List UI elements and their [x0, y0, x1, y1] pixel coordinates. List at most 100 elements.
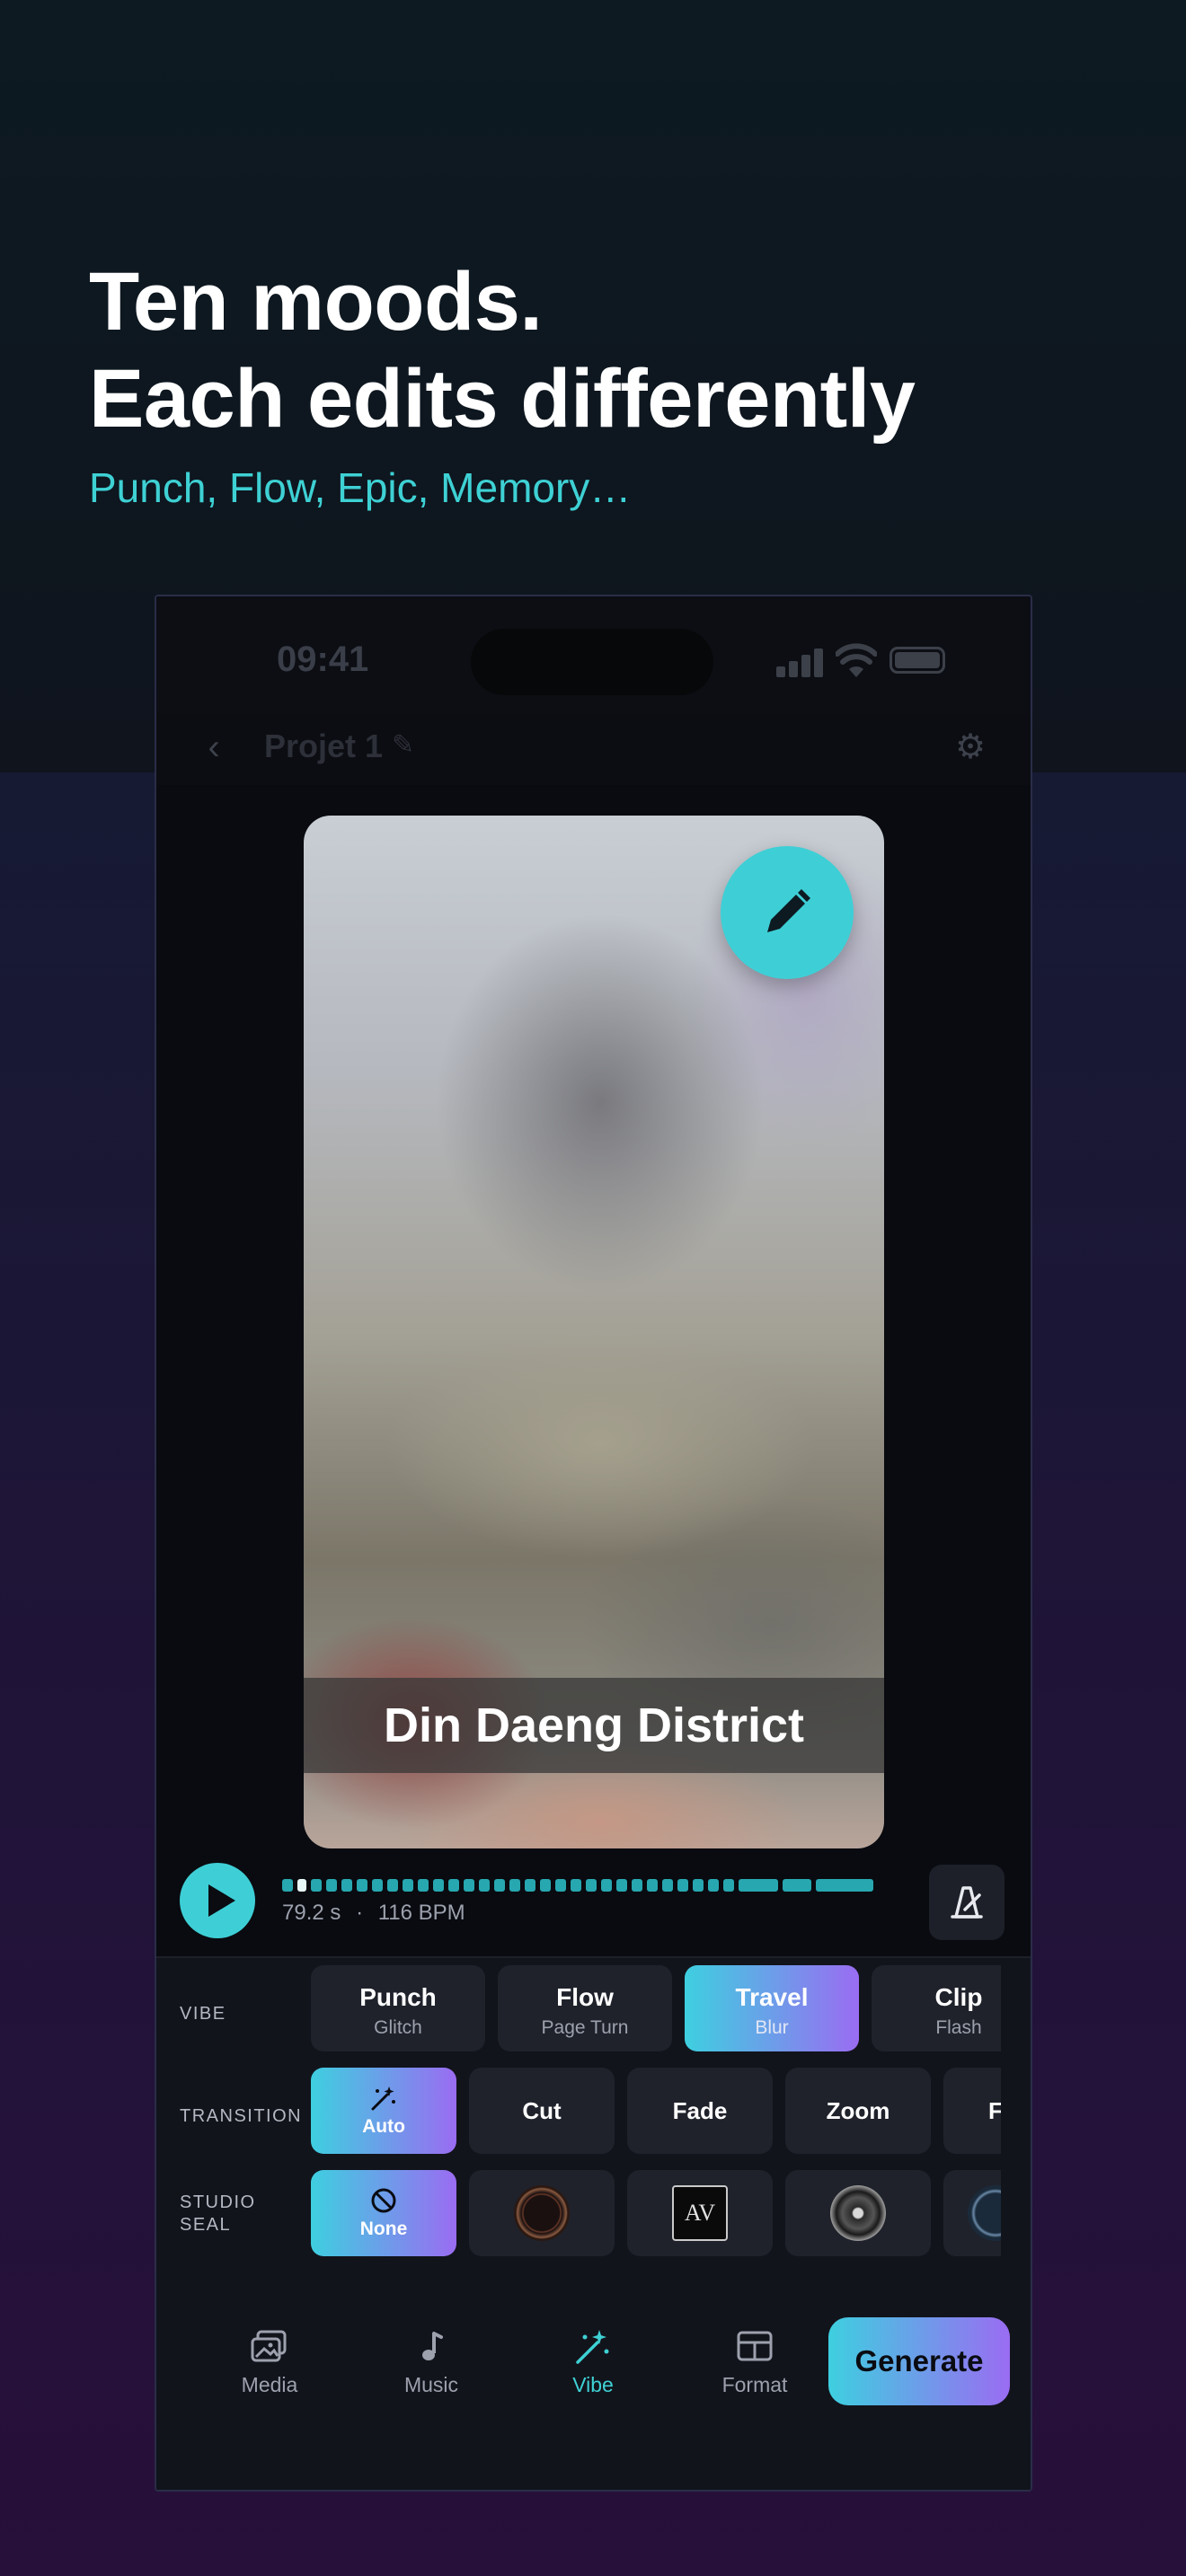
battery-icon: [890, 647, 945, 674]
timeline-segment: [693, 1879, 704, 1892]
studio-seal-label-line1: STUDIO: [180, 2192, 256, 2212]
seal-option-none[interactable]: None: [311, 2170, 456, 2256]
tab-music[interactable]: Music: [359, 2326, 503, 2397]
timeline-segment: [540, 1879, 551, 1892]
seal-dark-logo: [830, 2185, 886, 2241]
controls-panel: VIBE Punch Glitch Flow Page Turn Travel Blu…: [156, 1958, 1031, 2490]
timeline-segment: [677, 1879, 688, 1892]
photos-icon: [251, 2330, 287, 2362]
dynamic-island: [471, 629, 713, 695]
status-bar: 09:41: [156, 596, 1031, 713]
beat-sync-button[interactable]: [929, 1865, 1005, 1940]
transition-option-cut[interactable]: Cut: [469, 2068, 615, 2154]
timeline-segment: [525, 1879, 535, 1892]
gear-icon[interactable]: ⚙: [951, 728, 990, 767]
tab-label: Format: [721, 2373, 788, 2396]
timeline-segment: [297, 1879, 306, 1892]
tab-label: Vibe: [572, 2373, 614, 2396]
studio-seal-row-label: STUDIO SEAL: [180, 2192, 256, 2236]
timeline-segment: [448, 1879, 459, 1892]
seal-option-label: None: [359, 2219, 408, 2239]
metronome-icon: [951, 1886, 983, 1919]
generate-button[interactable]: Generate: [828, 2317, 1010, 2405]
timeline-segment: [586, 1879, 597, 1892]
seal-option-partial[interactable]: [943, 2170, 1001, 2256]
timeline-segment: [816, 1879, 873, 1892]
edit-preview-button[interactable]: [721, 846, 854, 979]
tab-media[interactable]: Media: [198, 2326, 341, 2397]
transition-option-zoom[interactable]: Zoom: [785, 2068, 931, 2154]
timeline-segment: [326, 1879, 337, 1892]
studio-seal-options: None AV: [311, 2170, 1001, 2256]
transition-option-label: Auto: [362, 2116, 405, 2137]
duration-text: 79.2 s: [282, 1901, 341, 1925]
seal-option-av[interactable]: AV: [627, 2170, 773, 2256]
vibe-row-label: VIBE: [180, 2004, 226, 2024]
transition-row-label: TRANSITION: [180, 2106, 303, 2126]
tab-vibe[interactable]: Vibe: [521, 2326, 665, 2397]
vibe-option-title: Flow: [556, 1983, 614, 2011]
music-note-icon: [422, 2332, 443, 2360]
hero-headline: Ten moods. Each edits differently: [89, 253, 916, 447]
timeline-segment: [464, 1879, 474, 1892]
vibe-option-subtitle: Page Turn: [541, 2017, 629, 2038]
seal-option-ring[interactable]: [469, 2170, 615, 2256]
timeline-segment: [601, 1879, 612, 1892]
hero-headline-line2: Each edits differently: [89, 353, 916, 445]
timeline-segment: [509, 1879, 520, 1892]
transition-option-auto[interactable]: Auto: [311, 2068, 456, 2154]
tab-format[interactable]: Format: [683, 2326, 827, 2397]
transition-option-label: Zoom: [826, 2097, 890, 2124]
tab-label: Music: [403, 2373, 459, 2396]
hero-subline: Punch, Flow, Epic, Memory…: [89, 464, 632, 511]
timeline-segment: [662, 1879, 673, 1892]
magic-wand-icon: [576, 2330, 609, 2364]
vibe-option-subtitle: Glitch: [374, 2017, 422, 2038]
timeline-segment: [341, 1879, 352, 1892]
seal-ring-logo: [514, 2185, 570, 2241]
timeline-segment: [387, 1879, 398, 1892]
timeline-segment: [616, 1879, 627, 1892]
timeline-segment: [282, 1879, 293, 1892]
status-time: 09:41: [277, 640, 369, 679]
transition-option-label: Fl: [943, 2068, 1001, 2154]
pencil-icon: [767, 889, 810, 932]
caption-overlay[interactable]: Din Daeng District: [304, 1678, 884, 1773]
seal-partial-logo: [968, 2185, 1001, 2241]
meta-separator: ·: [356, 1901, 364, 1925]
vibe-option-clip[interactable]: Clip Flash: [872, 1965, 1001, 2051]
vibe-options: Punch Glitch Flow Page Turn Travel Blur Cli…: [311, 1965, 1001, 2051]
project-title[interactable]: Projet 1: [264, 728, 383, 765]
timeline-segment: [647, 1879, 658, 1892]
timeline-segment: [357, 1879, 367, 1892]
vibe-option-punch[interactable]: Punch Glitch: [311, 1965, 485, 2051]
pencil-icon[interactable]: ✎: [392, 729, 414, 761]
hero-headline-line1: Ten moods.: [89, 256, 543, 348]
cellular-signal-icon: [776, 647, 825, 677]
timeline-segment: [555, 1879, 566, 1892]
timeline-segment: [479, 1879, 490, 1892]
vibe-option-title: Punch: [359, 1983, 437, 2011]
vibe-option-title: Travel: [735, 1983, 809, 2011]
timeline-segment: [632, 1879, 642, 1892]
transition-option-fade[interactable]: Fade: [627, 2068, 773, 2154]
tab-label: Media: [241, 2373, 298, 2396]
vibe-option-flow[interactable]: Flow Page Turn: [498, 1965, 672, 2051]
timeline-segment: [403, 1879, 413, 1892]
phone-mockup: 09:41 ‹ Projet 1 ✎ ⚙ Din Daeng District …: [155, 595, 1032, 2492]
wifi-icon: [836, 643, 877, 677]
playback-meta: 79.2 s · 116 BPM: [282, 1901, 465, 1926]
play-button[interactable]: [180, 1863, 255, 1938]
timeline-segment: [708, 1879, 719, 1892]
transition-option-partial[interactable]: Fl: [943, 2068, 1001, 2154]
timeline-segment: [311, 1879, 322, 1892]
chevron-left-icon[interactable]: ‹: [192, 726, 235, 769]
timeline-segment: [372, 1879, 383, 1892]
transition-options: Auto Cut Fade Zoom Fl: [311, 2068, 1001, 2154]
seal-option-dark[interactable]: [785, 2170, 931, 2256]
beat-timeline[interactable]: [282, 1879, 906, 1892]
vibe-option-travel[interactable]: Travel Blur: [685, 1965, 859, 2051]
timeline-segment: [739, 1879, 778, 1892]
video-preview[interactable]: Din Daeng District: [304, 816, 884, 1848]
timeline-segment: [494, 1879, 505, 1892]
